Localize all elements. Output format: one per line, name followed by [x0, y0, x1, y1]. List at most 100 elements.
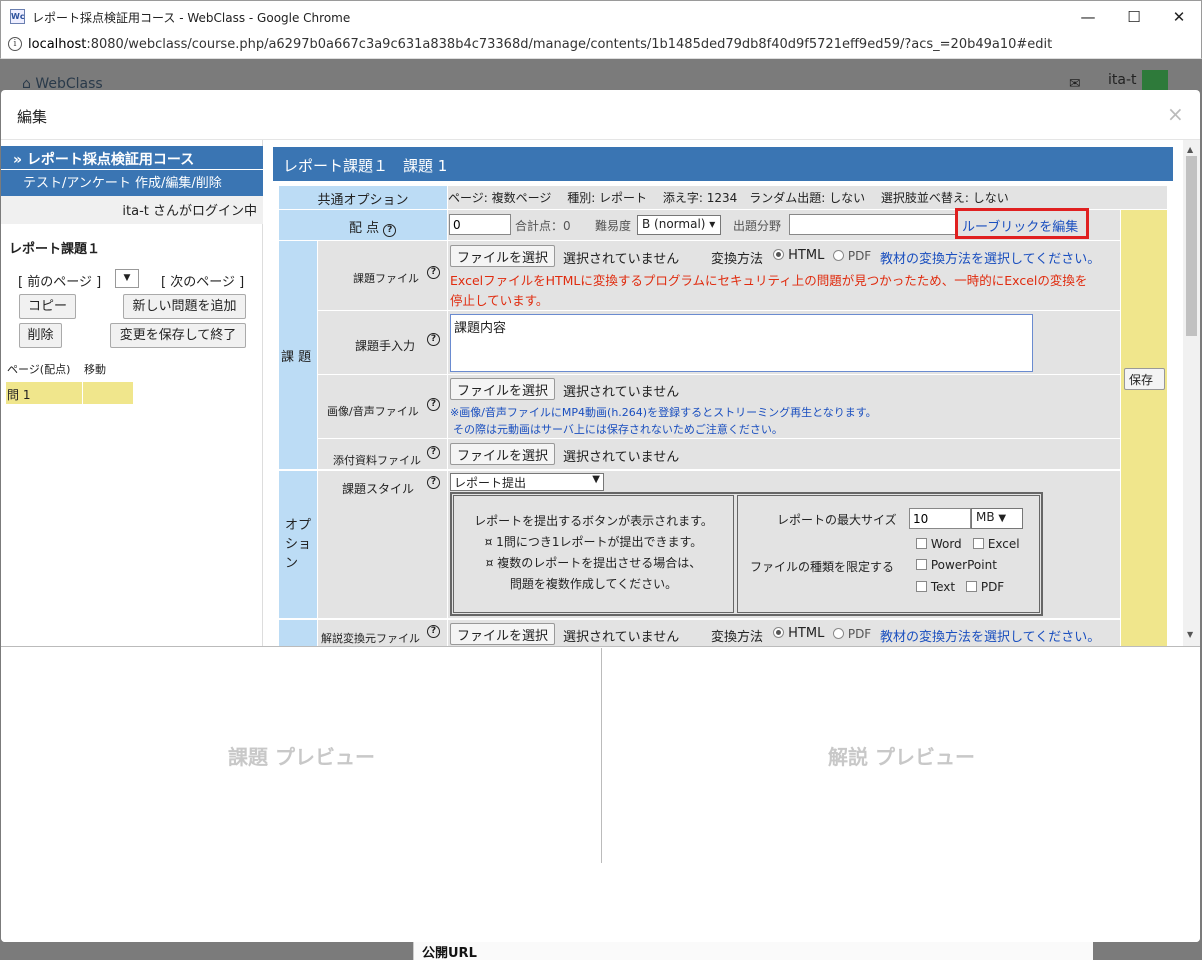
common-option-label: 共通オプション	[279, 186, 447, 209]
type-word-label: Word	[930, 537, 962, 551]
scrollbar-thumb[interactable]	[1186, 156, 1197, 336]
scroll-down-arrow-icon[interactable]: ▼	[1187, 630, 1193, 639]
difficulty-value: B (normal)	[642, 217, 706, 231]
window-title: レポート採点検証用コース - WebClass - Google Chrome	[32, 11, 351, 25]
explain-html-radio[interactable]	[773, 627, 784, 638]
explain-convert-help-link[interactable]: 教材の変換方法を選択してください。	[880, 626, 1100, 645]
manual-input-label: 課題手入力	[355, 339, 416, 353]
url-host: localhost	[28, 37, 87, 52]
save-column	[1121, 210, 1167, 646]
explain-file-label: 解説変換元ファイル	[321, 632, 420, 645]
page-select[interactable]: ▼	[115, 269, 139, 288]
url-text[interactable]: localhost:8080/webclass/course.php/a6297…	[28, 37, 1052, 52]
type-word-option[interactable]: Word	[916, 537, 962, 551]
style-desc-line4: 問題を複数作成してください。	[509, 577, 678, 591]
common-option-value: ページ: 複数ページ 種別: レポート 添え字: 1234 ランダム出題: しな…	[448, 186, 1167, 209]
prev-page-link[interactable]: [ 前のページ ]	[18, 271, 101, 290]
next-page-link[interactable]: [ 次のページ ]	[161, 271, 244, 290]
explain-file-status: 選択されていません	[563, 630, 680, 645]
category-input[interactable]	[789, 214, 957, 235]
explain-pdf-option[interactable]: PDF	[833, 627, 871, 641]
media-file-label: 画像/音声ファイル	[327, 405, 419, 418]
points-input[interactable]	[449, 214, 511, 235]
type-word-checkbox[interactable]	[916, 538, 927, 549]
assignment-title: レポート課題１	[9, 242, 101, 257]
info-icon[interactable]: i	[8, 37, 22, 51]
html-radio-label: HTML	[788, 248, 825, 263]
media-note-line1: ※画像/音声ファイルにMP4動画(h.264)を登録するとストリーミング再生とな…	[450, 406, 877, 419]
save-button[interactable]: 保存	[1124, 368, 1165, 390]
style-help-icon[interactable]: ?	[427, 476, 440, 489]
explain-file-help-icon[interactable]: ?	[427, 625, 440, 638]
style-desc-line2: ¤ 1問につき1レポートが提出できます。	[484, 535, 703, 549]
max-size-unit-select[interactable]: MB ▼	[971, 508, 1023, 529]
login-status: ita-t さんがログイン中	[1, 196, 263, 224]
explain-convert-label: 変換方法	[711, 630, 764, 645]
type-text-option[interactable]: Text	[916, 580, 955, 594]
pdf-radio-option[interactable]: PDF	[833, 249, 871, 263]
modal-header: 編集 ×	[1, 90, 1200, 140]
explain-section	[279, 620, 317, 646]
pdf-radio-label: PDF	[847, 249, 872, 263]
course-header: » レポート採点検証用コース テスト/アンケート 作成/編集/削除	[1, 146, 263, 196]
rubric-edit-link[interactable]: ルーブリックを編集	[962, 216, 1078, 235]
style-select[interactable]: レポート提出 ▼	[450, 473, 604, 491]
minimize-button[interactable]: —	[1065, 1, 1111, 33]
modal-title: 編集	[17, 108, 48, 126]
task-section-label: 課 題	[281, 350, 312, 365]
points-label-cell: 配 点 ?	[279, 210, 447, 240]
public-url-heading: 公開URL	[413, 940, 1093, 961]
modal-close-button[interactable]: ×	[1167, 102, 1184, 126]
chevron-down-icon: ▾	[709, 217, 716, 231]
task-file-status: 選択されていません	[563, 252, 680, 267]
chevron-down-icon: ▼	[592, 474, 600, 485]
manual-input-help-icon[interactable]: ?	[427, 333, 440, 346]
html-radio-option[interactable]: HTML	[773, 248, 824, 263]
type-excel-label: Excel	[987, 537, 1020, 551]
convert-help-link[interactable]: 教材の変換方法を選択してください。	[880, 248, 1100, 267]
preview-divider	[601, 648, 602, 863]
type-ppt-option[interactable]: PowerPoint	[916, 558, 997, 572]
explain-file-choose-button[interactable]: ファイルを選択	[450, 623, 556, 645]
type-pdf-label: PDF	[980, 580, 1005, 594]
attachment-choose-button[interactable]: ファイルを選択	[450, 443, 556, 465]
copy-button[interactable]: コピー	[19, 294, 76, 319]
add-question-button[interactable]: 新しい問題を追加	[123, 294, 246, 319]
media-file-help-icon[interactable]: ?	[427, 398, 440, 411]
pdf-radio[interactable]	[833, 250, 844, 261]
task-file-help-icon[interactable]: ?	[427, 266, 440, 279]
course-name: » レポート採点検証用コース	[13, 152, 195, 168]
difficulty-select[interactable]: B (normal) ▾	[637, 215, 721, 235]
points-help-icon[interactable]: ?	[383, 224, 397, 237]
scroll-up-arrow-icon[interactable]: ▲	[1187, 145, 1193, 154]
style-desc-line3: ¤ 複数のレポートを提出させる場合は、	[485, 556, 702, 570]
type-excel-option[interactable]: Excel	[973, 537, 1020, 551]
explain-html-option[interactable]: HTML	[773, 626, 824, 641]
task-file-label: 課題ファイル	[353, 272, 419, 285]
style-desc-line1: レポートを提出するボタンが表示されます。	[474, 514, 713, 528]
attachment-help-icon[interactable]: ?	[427, 446, 440, 459]
html-radio[interactable]	[773, 249, 784, 260]
close-window-button[interactable]: ✕	[1156, 1, 1202, 33]
task-file-choose-button[interactable]: ファイルを選択	[450, 245, 556, 267]
type-pdf-option[interactable]: PDF	[966, 580, 1004, 594]
chevron-down-icon: ▼	[998, 513, 1007, 524]
question-label[interactable]: 問 1	[7, 386, 30, 403]
difficulty-label: 難易度	[595, 219, 632, 233]
explain-pdf-radio[interactable]	[833, 628, 844, 639]
type-excel-checkbox[interactable]	[973, 538, 984, 549]
address-bar[interactable]: i localhost:8080/webclass/course.php/a62…	[0, 32, 1202, 59]
max-size-input[interactable]	[909, 508, 971, 529]
type-text-label: Text	[930, 580, 956, 594]
save-and-exit-button[interactable]: 変更を保存して終了	[110, 323, 246, 348]
task-preview-label: 課題 プレビュー	[228, 745, 375, 769]
media-file-choose-button[interactable]: ファイルを選択	[450, 378, 556, 400]
type-text-checkbox[interactable]	[916, 581, 927, 592]
delete-button[interactable]: 削除	[19, 323, 62, 348]
avatar	[1142, 70, 1168, 90]
maximize-button[interactable]: ☐	[1111, 1, 1157, 33]
type-ppt-label: PowerPoint	[930, 558, 997, 572]
task-content-textarea[interactable]: 課題内容	[450, 314, 1033, 372]
type-ppt-checkbox[interactable]	[916, 559, 927, 570]
type-pdf-checkbox[interactable]	[966, 581, 977, 592]
